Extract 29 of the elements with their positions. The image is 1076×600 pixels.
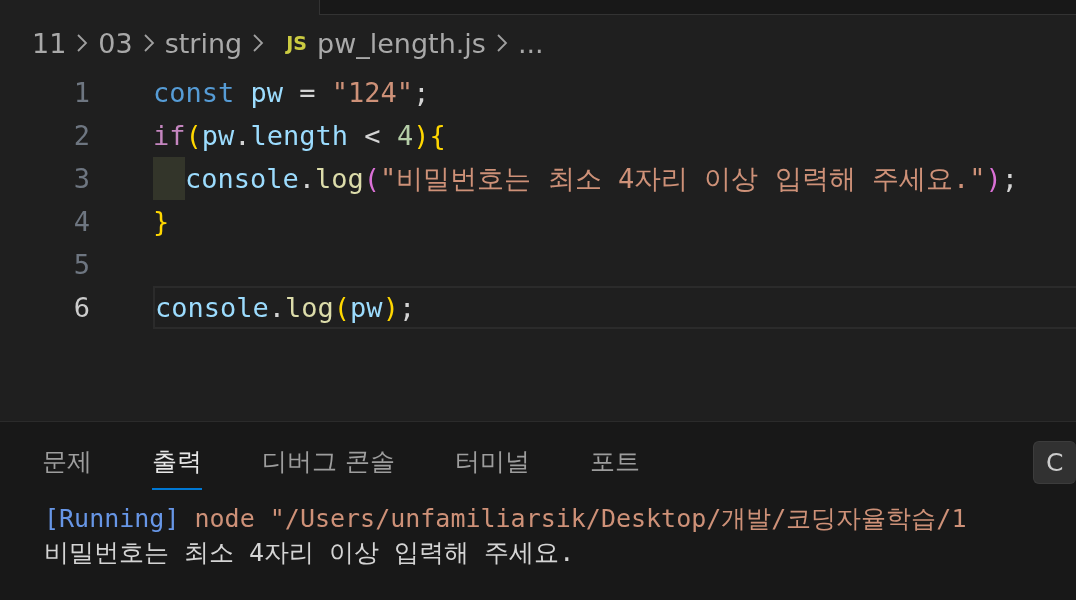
line-number: 6 xyxy=(72,292,90,323)
chevron-icon xyxy=(142,33,155,53)
panel-tab[interactable]: 포트 xyxy=(589,434,640,490)
output-line: [Running] node "/Users/unfamiliarsik/Desktop/개발/코딩자율학습/1 xyxy=(44,503,968,535)
output-dropdown[interactable]: C xyxy=(1033,440,1076,484)
code-line: console.log("비밀번호는 최소 4자리 이상 입력해 주세요."); xyxy=(185,161,1018,196)
breadcrumb-item[interactable]: ... xyxy=(517,27,544,59)
line-number: 5 xyxy=(72,249,90,280)
panel-tab[interactable]: 문제 xyxy=(42,434,92,490)
line-number: 4 xyxy=(72,206,90,237)
output-line: 비밀번호는 최소 4자리 이상 입력해 주세요. xyxy=(44,537,576,569)
line-number: 3 xyxy=(72,163,90,194)
breadcrumb-item[interactable]: string xyxy=(164,27,243,59)
panel-tab[interactable]: 디버그 콘솔 xyxy=(262,434,395,490)
file-type-icon: JS xyxy=(286,32,307,54)
code-line: if(pw.length < 4){ xyxy=(153,120,446,151)
line-number: 1 xyxy=(72,77,90,108)
code-line: const pw = "124"; xyxy=(153,77,430,108)
panel-tab[interactable]: 출력 xyxy=(152,434,202,490)
line-number: 2 xyxy=(72,120,90,151)
panel-tab[interactable]: 터미널 xyxy=(454,434,530,490)
code-line: } xyxy=(153,206,170,237)
chevron-icon xyxy=(495,33,508,53)
code-line: console.log(pw); xyxy=(155,292,416,323)
breadcrumb-item[interactable]: 03 xyxy=(98,27,133,59)
breadcrumb-item[interactable]: pw_length.js xyxy=(317,27,486,59)
chevron-icon xyxy=(76,33,89,53)
chevron-icon xyxy=(252,33,265,53)
breadcrumb-item[interactable]: 11 xyxy=(32,27,67,59)
